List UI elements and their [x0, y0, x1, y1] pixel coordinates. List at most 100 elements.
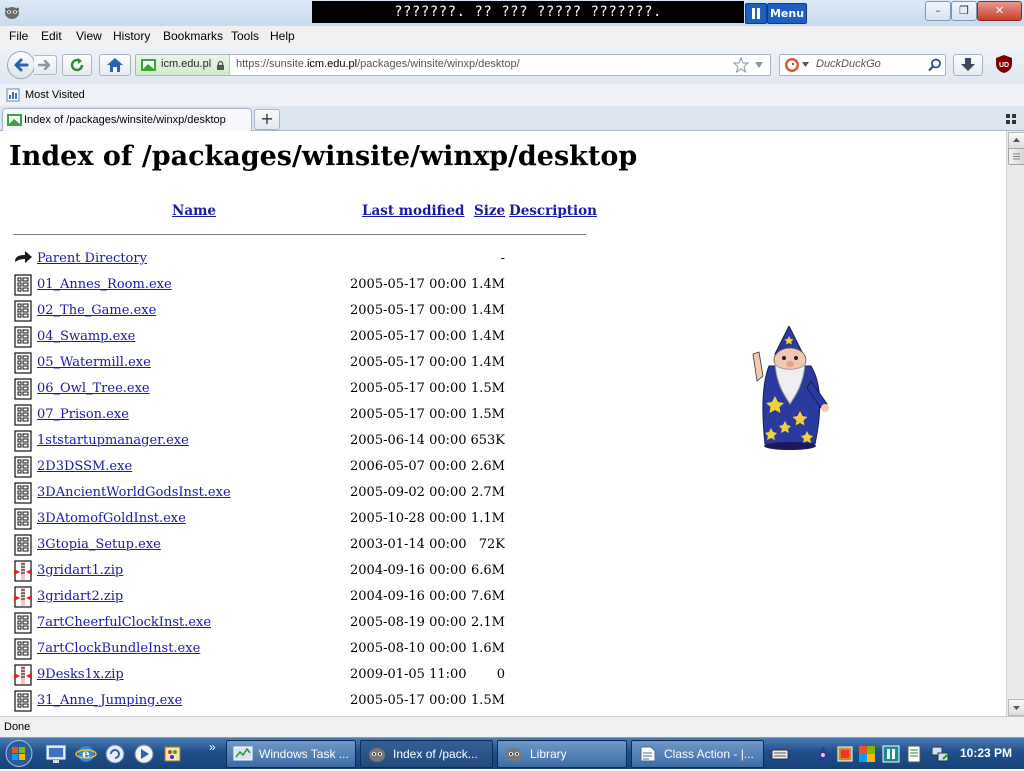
keyboard-icon[interactable] — [771, 745, 789, 763]
file-link[interactable]: 06_Owl_Tree.exe — [37, 381, 150, 396]
task-label: Class Action - |... — [664, 747, 754, 761]
reload-button[interactable] — [62, 54, 92, 76]
site-identity-button[interactable]: icm.edu.pl — [136, 55, 230, 75]
file-link[interactable]: 1ststartupmanager.exe — [37, 433, 189, 448]
file-link[interactable]: 07_Prison.exe — [37, 407, 129, 422]
quick-launch-app-icon[interactable] — [104, 743, 126, 765]
duckduckgo-icon[interactable] — [784, 57, 800, 73]
file-size: 1.4M — [471, 355, 505, 370]
window-title-bar[interactable]: ???????. ?? ??? ????? ???????. Menu – ❐ … — [0, 0, 1024, 27]
parent-directory-link[interactable]: Parent Directory — [37, 251, 147, 266]
column-header-last-modified[interactable]: Last modified — [362, 203, 464, 219]
forward-button[interactable] — [34, 55, 57, 75]
tab-index-desktop[interactable]: Index of /packages/winsite/winxp/desktop — [2, 108, 252, 131]
parent-directory-row: Parent Directory - — [0, 247, 600, 273]
file-size: 7.6M — [471, 589, 505, 604]
paint-icon[interactable] — [162, 743, 184, 765]
start-button[interactable] — [2, 739, 36, 768]
task-windows-task-manager[interactable]: Windows Task ... — [226, 740, 356, 768]
task-label: Index of /pack... — [393, 747, 478, 761]
menu-view[interactable]: View — [76, 29, 102, 43]
binary-file-icon — [13, 482, 33, 504]
file-link[interactable]: 3DAncientWorldGodsInst.exe — [37, 485, 231, 500]
file-date: 2005-05-17 00:00 — [350, 693, 467, 708]
file-row: 7artClockBundleInst.exe 2005-08-10 00:00 1… — [0, 637, 600, 663]
file-link[interactable]: 7artCheerfulClockInst.exe — [37, 615, 211, 630]
pause-tray-icon[interactable] — [882, 745, 900, 763]
quick-launch-more[interactable]: » — [209, 740, 216, 754]
tray-app-icon[interactable] — [836, 745, 854, 763]
back-folder-icon — [13, 248, 33, 270]
home-button[interactable] — [99, 54, 131, 76]
bookmark-star-icon[interactable] — [733, 57, 749, 73]
maximize-button[interactable]: ❐ — [951, 1, 977, 21]
binary-file-icon — [13, 508, 33, 530]
menu-history[interactable]: History — [113, 29, 150, 43]
column-header-description[interactable]: Description — [509, 203, 597, 219]
internet-explorer-icon[interactable]: e — [75, 743, 97, 765]
file-link[interactable]: 05_Watermill.exe — [37, 355, 151, 370]
site-favicon-icon — [141, 59, 156, 71]
url-text[interactable]: https://sunsite.icm.edu.pl/packages/wins… — [236, 58, 520, 70]
taskbar-clock[interactable]: 10:23 PM — [960, 746, 1012, 760]
search-engine-dropdown-icon[interactable] — [802, 62, 809, 67]
browser-raccoon-icon — [369, 748, 385, 762]
overlay-menu-button[interactable]: Menu — [767, 3, 807, 24]
file-link[interactable]: 01_Annes_Room.exe — [37, 277, 172, 292]
taskbar: e » Windows Task ... Index of /pack... L… — [0, 737, 1024, 769]
binary-file-icon — [13, 300, 33, 322]
file-link[interactable]: 02_The_Game.exe — [37, 303, 156, 318]
file-row: 2D3DSSM.exe 2006-05-07 00:00 2.6M — [0, 455, 600, 481]
address-bar[interactable]: icm.edu.pl https://sunsite.icm.edu.pl/pa… — [135, 54, 771, 76]
show-desktop-icon[interactable] — [45, 743, 67, 765]
pause-button[interactable] — [745, 3, 767, 24]
search-icon[interactable] — [928, 58, 942, 72]
task-firefox-index[interactable]: Index of /pack... — [360, 740, 493, 768]
file-link[interactable]: 7artClockBundleInst.exe — [37, 641, 200, 656]
network-icon[interactable] — [931, 745, 949, 763]
downloads-button[interactable] — [953, 54, 983, 76]
scroll-down-button[interactable] — [1008, 699, 1024, 716]
media-player-icon[interactable] — [133, 743, 155, 765]
new-tab-button[interactable]: + — [254, 109, 280, 130]
wizard-tray-icon[interactable] — [814, 745, 832, 763]
vertical-scrollbar[interactable] — [1006, 131, 1024, 716]
security-shield-icon[interactable] — [858, 745, 876, 763]
tab-list-icon[interactable] — [1006, 113, 1016, 124]
menu-file[interactable]: File — [9, 29, 28, 43]
column-header-size[interactable]: Size — [474, 203, 505, 219]
scroll-up-button[interactable] — [1008, 132, 1024, 149]
back-button[interactable] — [7, 51, 35, 79]
menu-edit[interactable]: Edit — [41, 29, 62, 43]
task-class-action[interactable]: Class Action - |... — [631, 740, 764, 768]
file-link[interactable]: 9Desks1x.zip — [37, 667, 124, 682]
file-link[interactable]: 3DAtomofGoldInst.exe — [37, 511, 186, 526]
scroll-thumb[interactable] — [1008, 148, 1024, 165]
url-domain: icm.edu.pl — [306, 58, 358, 70]
minimize-button[interactable]: – — [925, 1, 951, 21]
library-raccoon-icon — [506, 748, 522, 762]
file-link[interactable]: 3gridart2.zip — [37, 589, 123, 604]
menu-tools[interactable]: Tools — [231, 29, 259, 43]
file-link[interactable]: 31_Anne_Jumping.exe — [37, 693, 182, 708]
file-link[interactable]: 2D3DSSM.exe — [37, 459, 132, 474]
most-visited-icon — [6, 88, 20, 102]
menu-help[interactable]: Help — [270, 29, 295, 43]
close-button[interactable]: ✕ — [977, 1, 1022, 21]
file-link[interactable]: 3Gtopia_Setup.exe — [37, 537, 161, 552]
url-dropdown-icon[interactable] — [754, 61, 764, 69]
task-library[interactable]: Library — [497, 740, 627, 768]
file-date: 2006-05-07 00:00 — [350, 459, 467, 474]
document-icon — [640, 746, 656, 762]
menu-bookmarks[interactable]: Bookmarks — [163, 29, 223, 43]
search-bar[interactable]: DuckDuckGo — [779, 54, 946, 76]
ublock-button[interactable]: UD — [992, 54, 1016, 74]
column-header-name[interactable]: Name — [172, 203, 216, 219]
app-icon[interactable] — [3, 4, 21, 20]
file-link[interactable]: 04_Swamp.exe — [37, 329, 135, 344]
file-size: 1.4M — [471, 277, 505, 292]
tray-document-icon[interactable] — [905, 745, 923, 763]
windows-logo-icon — [5, 740, 33, 767]
file-link[interactable]: 3gridart1.zip — [37, 563, 123, 578]
file-date: 2005-06-14 00:00 — [350, 433, 467, 448]
